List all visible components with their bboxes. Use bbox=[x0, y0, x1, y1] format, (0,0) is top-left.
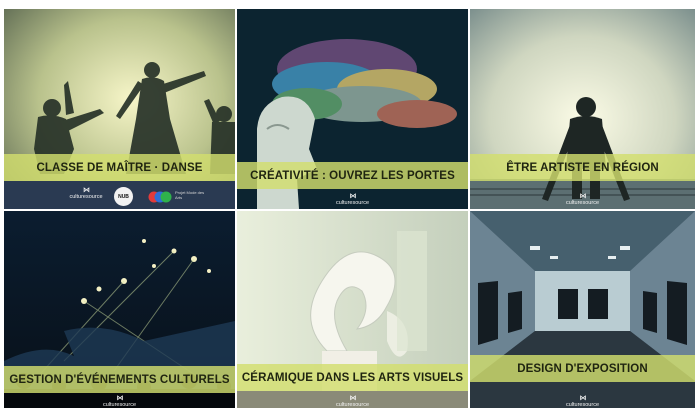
course-card-artist-region[interactable]: ÊTRE ARTISTE EN RÉGION ⋈ culturesource bbox=[470, 9, 695, 209]
culturesource-logo: ⋈ culturesource bbox=[102, 394, 137, 409]
course-card-exhibition[interactable]: DESIGN D'EXPOSITION ⋈ culturesource bbox=[470, 211, 695, 408]
culturesource-logo: ⋈ culturesource bbox=[565, 192, 600, 207]
course-title-band: ÊTRE ARTISTE EN RÉGION bbox=[470, 154, 695, 181]
course-title-band: CÉRAMIQUE DANS LES ARTS VISUELS bbox=[237, 364, 468, 391]
culturesource-logo: ⋈ culturesource bbox=[335, 192, 370, 207]
course-card-ceramics[interactable]: CÉRAMIQUE DANS LES ARTS VISUELS ⋈ cultur… bbox=[237, 211, 468, 408]
partner-colorful-logo: Projet Mode des Arts bbox=[148, 189, 208, 205]
partner-logos: ⋈ culturesource NUB Projet Mode des Arts bbox=[64, 187, 224, 207]
course-grid: CLASSE DE MAÎTRE · DANSE ⋈ culturesource… bbox=[4, 9, 695, 408]
culturesource-logo: ⋈ culturesource bbox=[565, 394, 600, 409]
partner-circle-logo: NUB bbox=[114, 187, 133, 206]
course-title: CLASSE DE MAÎTRE · DANSE bbox=[36, 161, 203, 174]
course-title-band: CLASSE DE MAÎTRE · DANSE bbox=[4, 154, 235, 181]
course-title: DESIGN D'EXPOSITION bbox=[517, 362, 648, 375]
course-title: CRÉATIVITÉ : OUVREZ LES PORTES bbox=[250, 169, 455, 182]
course-card-events[interactable]: GESTION D'ÉVÉNEMENTS CULTURELS ⋈ culture… bbox=[4, 211, 235, 408]
course-title-band: DESIGN D'EXPOSITION bbox=[470, 355, 695, 382]
course-card-dance[interactable]: CLASSE DE MAÎTRE · DANSE ⋈ culturesource… bbox=[4, 9, 235, 209]
course-title-band: CRÉATIVITÉ : OUVREZ LES PORTES bbox=[237, 162, 468, 189]
course-card-creativity[interactable]: CRÉATIVITÉ : OUVREZ LES PORTES ⋈ culture… bbox=[237, 9, 468, 209]
culturesource-logo: ⋈ culturesource bbox=[335, 394, 370, 409]
course-title-band: GESTION D'ÉVÉNEMENTS CULTURELS bbox=[4, 366, 235, 393]
colorful-mark-icon bbox=[148, 191, 172, 203]
course-title: ÊTRE ARTISTE EN RÉGION bbox=[506, 161, 659, 174]
culturesource-logo: ⋈ culturesource bbox=[69, 186, 103, 201]
course-title: GESTION D'ÉVÉNEMENTS CULTURELS bbox=[9, 373, 230, 386]
course-title: CÉRAMIQUE DANS LES ARTS VISUELS bbox=[241, 371, 464, 384]
